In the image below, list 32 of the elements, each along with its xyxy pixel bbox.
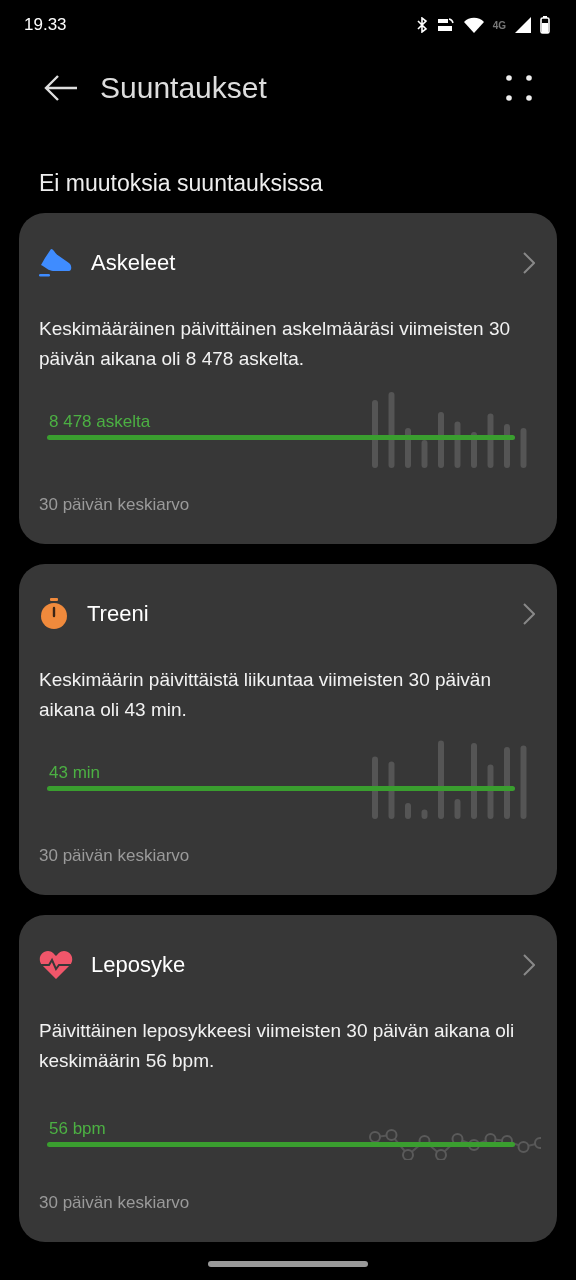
chart-caption: 30 päivän keskiarvo (39, 845, 191, 867)
status-time: 19.33 (24, 15, 67, 35)
average-value: 43 min (48, 761, 102, 784)
trend-description: Keskimäärin päivittäistä liikuntaa viimeisten 30 päivän aikana oli 43 min. (39, 668, 492, 722)
battery-icon (540, 16, 550, 34)
trend-card[interactable]: Leposyke Päivittäinen leposykkeesi viimeisten 30 päivän aikana oli keskimäärin 56 bpm. 56 bpm 30 päivän keskiarvo (19, 915, 557, 1242)
stopwatch-icon (39, 598, 69, 630)
section-title: Ei muutoksia suuntauksissa (38, 169, 324, 198)
network-type: 4G (492, 19, 506, 31)
chevron-right-icon (523, 954, 535, 976)
trend-description: Päivittäinen leposykkeesi viimeisten 30 päivän aikana oli keskimäärin 56 bpm. (39, 1019, 516, 1073)
bluetooth-icon (415, 17, 428, 33)
trend-card[interactable]: Askeleet Keskimääräinen päivittäinen askelmääräsi viimeisten 30 päivän aikana oli 8 478 askelta. 8 478 askelta 30 päivän keskiarvo (19, 213, 557, 544)
average-value: 8 478 askelta (48, 410, 152, 433)
heart-pulse-icon (39, 950, 73, 980)
chevron-right-icon (523, 603, 535, 625)
trend-card[interactable]: Treeni Keskimäärin päivittäistä liikuntaa viimeisten 30 päivän aikana oli 43 min. 43 min 30 päivän keskiarvo (19, 564, 557, 895)
page-title: Suuntaukset (100, 71, 268, 105)
back-arrow-icon[interactable] (44, 75, 78, 101)
home-handle[interactable] (208, 1261, 368, 1267)
chart-caption: 30 päivän keskiarvo (39, 1192, 191, 1214)
shoe-icon (39, 248, 73, 278)
signal-icon (515, 17, 531, 33)
average-value: 56 bpm (48, 1118, 107, 1140)
trend-description: Keskimääräinen päivittäinen askelmääräsi viimeisten 30 päivän aikana oli 8 478 askelta. (39, 317, 511, 371)
card-title: Leposyke (91, 952, 187, 978)
more-icon[interactable] (506, 75, 532, 101)
chart-caption: 30 päivän keskiarvo (39, 494, 191, 516)
chevron-right-icon (523, 252, 535, 274)
card-title: Askeleet (91, 250, 177, 276)
wifi-icon (463, 17, 484, 33)
card-title: Treeni (87, 601, 150, 627)
